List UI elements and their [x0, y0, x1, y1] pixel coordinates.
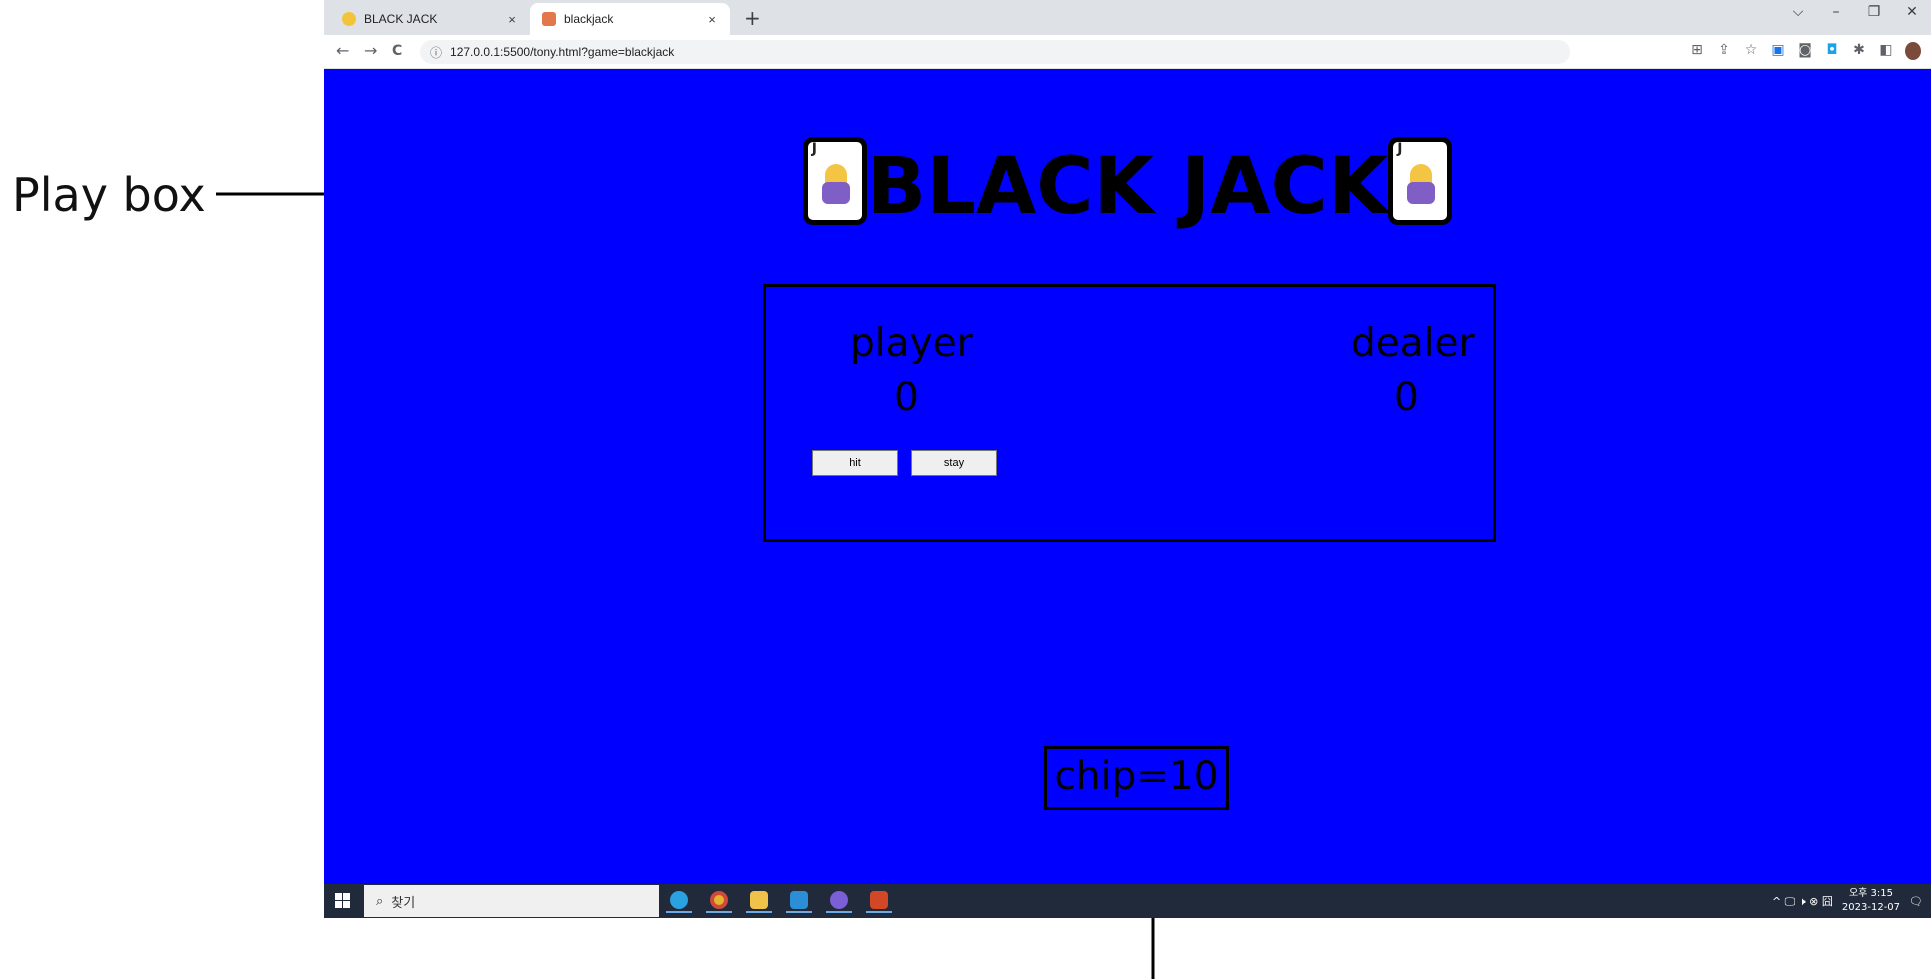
reload-icon[interactable]: C: [392, 43, 402, 59]
file-explorer-icon[interactable]: [746, 889, 772, 913]
url-text: 127.0.0.1:5500/tony.html?game=blackjack: [450, 45, 675, 59]
extension-icon[interactable]: ◘: [1824, 42, 1840, 64]
vscode-icon[interactable]: [786, 889, 812, 913]
title-text: BLACK JACK: [866, 142, 1389, 232]
dealer-score: 0: [1394, 375, 1419, 420]
browser-toolbar: ← → C ⓘ 127.0.0.1:5500/tony.html?game=bl…: [324, 35, 1931, 69]
joker-card-icon: J: [802, 137, 867, 225]
tab-strip: BLACK JACK × blackjack × + ⌵ – ❐ ✕: [324, 0, 1931, 35]
tab-blackjack-active[interactable]: blackjack ×: [530, 3, 730, 35]
edge-icon[interactable]: [666, 889, 692, 913]
tab-title: blackjack: [564, 12, 614, 26]
share-icon[interactable]: ⇪: [1716, 42, 1732, 64]
back-icon[interactable]: ←: [336, 41, 349, 60]
blackjack-favicon-icon: [542, 12, 556, 26]
restore-button[interactable]: ❐: [1855, 4, 1893, 20]
hit-button[interactable]: hit: [812, 450, 898, 476]
coin-favicon-icon: [342, 12, 356, 26]
powerpoint-icon[interactable]: [866, 889, 892, 913]
download-extension-icon[interactable]: ▣: [1770, 42, 1786, 64]
player-label: player: [850, 321, 973, 366]
forward-icon[interactable]: →: [364, 41, 377, 60]
tray-icons[interactable]: ^ 🖵 🕨 ⊗ 囧: [1772, 893, 1833, 909]
system-tray: ^ 🖵 🕨 ⊗ 囧 오후 3:15 2023-12-07 🗨: [1772, 884, 1931, 918]
clock-date: 2023-12-07: [1841, 902, 1901, 913]
play-box: player dealer 0 0 hit stay: [763, 284, 1496, 542]
camera-extension-icon[interactable]: ◙: [1797, 42, 1813, 64]
site-info-icon[interactable]: ⓘ: [430, 44, 442, 61]
search-icon: ⌕: [376, 893, 384, 909]
chip-counter: chip=10: [1044, 746, 1229, 810]
chrome-icon[interactable]: [706, 889, 732, 913]
window-controls: ⌵ – ❐ ✕: [1779, 4, 1931, 20]
side-panel-icon[interactable]: ◧: [1878, 42, 1894, 64]
clock-time: 오후 3:15: [1848, 888, 1893, 899]
tab-close-icon[interactable]: ×: [502, 12, 522, 27]
tab-search-icon[interactable]: ⌵: [1779, 4, 1817, 20]
tab-black-jack[interactable]: BLACK JACK ×: [330, 3, 530, 35]
windows-start-icon[interactable]: [335, 893, 351, 909]
minimize-button[interactable]: –: [1817, 4, 1855, 20]
game-title: J BLACK JACK J: [324, 137, 1931, 226]
extension-icons: ⊞ ⇪ ☆ ▣ ◙ ◘ ✱ ◧: [1689, 42, 1921, 64]
browser-window: BLACK JACK × blackjack × + ⌵ – ❐ ✕ ← → C…: [324, 0, 1931, 918]
puzzle-extensions-icon[interactable]: ✱: [1851, 42, 1867, 64]
close-window-button[interactable]: ✕: [1893, 4, 1931, 20]
dealer-label: dealer: [1351, 321, 1475, 366]
profile-avatar-icon[interactable]: [1905, 42, 1921, 64]
joker-card-icon: J: [1388, 137, 1453, 225]
tab-close-icon[interactable]: ×: [702, 12, 722, 27]
player-score: 0: [894, 375, 919, 420]
address-bar[interactable]: ⓘ 127.0.0.1:5500/tony.html?game=blackjac…: [420, 40, 1570, 64]
windows-taskbar: ⌕ 찾기 ^ 🖵 🕨 ⊗ 囧 오후 3:15 2023-12-07 🗨: [324, 884, 1931, 918]
new-tab-button[interactable]: +: [744, 6, 761, 30]
taskbar-search-box[interactable]: ⌕ 찾기: [364, 885, 659, 917]
translate-icon[interactable]: ⊞: [1689, 42, 1705, 64]
clock[interactable]: 오후 3:15 2023-12-07: [1842, 887, 1900, 915]
search-placeholder: 찾기: [391, 895, 416, 911]
github-icon[interactable]: [826, 889, 852, 913]
game-page: J BLACK JACK J player dealer 0 0 hit sta…: [324, 69, 1931, 884]
stay-button[interactable]: stay: [911, 450, 997, 476]
notification-icon[interactable]: 🗨: [1909, 895, 1923, 908]
bookmark-star-icon[interactable]: ☆: [1743, 42, 1759, 64]
tab-title: BLACK JACK: [364, 12, 438, 26]
